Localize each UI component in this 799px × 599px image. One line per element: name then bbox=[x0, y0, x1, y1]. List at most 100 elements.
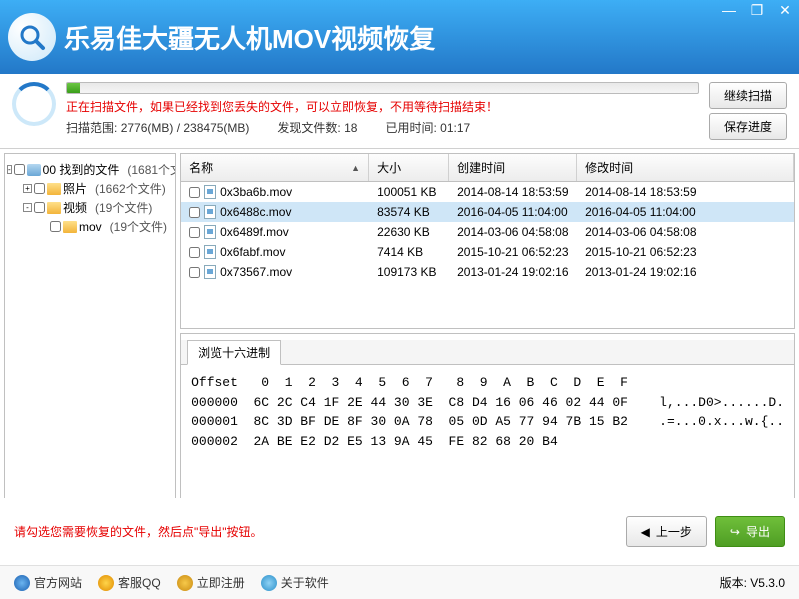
col-ctime[interactable]: 创建时间 bbox=[449, 154, 577, 181]
file-ctime: 2013-01-24 19:02:16 bbox=[449, 265, 577, 279]
prev-button[interactable]: ◀上一步 bbox=[626, 516, 707, 547]
tree-label: 视频 bbox=[63, 199, 87, 216]
continue-scan-button[interactable]: 继续扫描 bbox=[709, 82, 787, 109]
expand-icon[interactable]: - bbox=[7, 165, 12, 174]
tree-checkbox[interactable] bbox=[50, 221, 61, 232]
file-row[interactable]: 0x6489f.mov22630 KB2014-03-06 04:58:0820… bbox=[181, 222, 794, 242]
link-qq-support[interactable]: 客服QQ bbox=[98, 574, 161, 591]
tree-meta: (19个文件) bbox=[95, 199, 152, 216]
save-progress-button[interactable]: 保存进度 bbox=[709, 113, 787, 140]
file-size: 100051 KB bbox=[369, 185, 449, 199]
qq-icon bbox=[98, 575, 114, 591]
link-register[interactable]: 立即注册 bbox=[177, 574, 245, 591]
tree-meta: (1681个文件) 0(GB) bbox=[127, 161, 176, 178]
col-name[interactable]: 名称▲ bbox=[181, 154, 369, 181]
file-checkbox[interactable] bbox=[189, 247, 200, 258]
col-mtime[interactable]: 修改时间 bbox=[577, 154, 794, 181]
scan-spinner-icon bbox=[12, 82, 56, 126]
folder-icon bbox=[47, 202, 61, 214]
progress-bar bbox=[66, 82, 699, 94]
link-about[interactable]: 关于软件 bbox=[261, 574, 329, 591]
tree-checkbox[interactable] bbox=[34, 202, 45, 213]
main-area: - 00 找到的文件 (1681个文件) 0(GB) + 照片 (1662个文件)- … bbox=[0, 149, 799, 509]
file-row[interactable]: 0x6488c.mov83574 KB2016-04-05 11:04:0020… bbox=[181, 202, 794, 222]
file-mtime: 2016-04-05 11:04:00 bbox=[577, 205, 794, 219]
file-checkbox[interactable] bbox=[189, 267, 200, 278]
app-title: 乐易佳大疆无人机MOV视频恢复 bbox=[64, 19, 435, 56]
key-icon bbox=[177, 575, 193, 591]
file-ctime: 2015-10-21 06:52:23 bbox=[449, 245, 577, 259]
file-ctime: 2014-03-06 04:58:08 bbox=[449, 225, 577, 239]
tree-label: 照片 bbox=[63, 180, 87, 197]
progress-fill bbox=[67, 83, 80, 93]
file-checkbox[interactable] bbox=[189, 207, 200, 218]
export-button[interactable]: ↪导出 bbox=[715, 516, 785, 547]
info-icon bbox=[261, 575, 277, 591]
file-mtime: 2014-03-06 04:58:08 bbox=[577, 225, 794, 239]
file-name: 0x6489f.mov bbox=[220, 225, 289, 239]
progress-stats: 扫描范围: 2776(MB) / 238475(MB) 发现文件数: 18 已用… bbox=[66, 119, 699, 136]
file-mtime: 2013-01-24 19:02:16 bbox=[577, 265, 794, 279]
file-size: 109173 KB bbox=[369, 265, 449, 279]
file-row[interactable]: 0x6fabf.mov7414 KB2015-10-21 06:52:23201… bbox=[181, 242, 794, 262]
close-button[interactable]: ✕ bbox=[771, 0, 799, 20]
folder-tree[interactable]: - 00 找到的文件 (1681个文件) 0(GB) + 照片 (1662个文件)- … bbox=[4, 153, 176, 505]
video-file-icon bbox=[204, 225, 216, 239]
file-name: 0x6488c.mov bbox=[220, 205, 291, 219]
expand-icon[interactable]: + bbox=[23, 184, 32, 193]
app-logo-icon bbox=[8, 13, 56, 61]
arrow-left-icon: ◀ bbox=[641, 525, 650, 539]
file-row[interactable]: 0x73567.mov109173 KB2013-01-24 19:02:162… bbox=[181, 262, 794, 282]
disk-icon bbox=[27, 164, 41, 176]
video-file-icon bbox=[204, 185, 216, 199]
file-size: 7414 KB bbox=[369, 245, 449, 259]
file-name: 0x73567.mov bbox=[220, 265, 292, 279]
minimize-button[interactable]: — bbox=[715, 0, 743, 20]
tree-label: 00 找到的文件 bbox=[43, 161, 120, 178]
file-list-body[interactable]: 0x3ba6b.mov100051 KB2014-08-14 18:53:592… bbox=[181, 182, 794, 282]
footer: 请勾选您需要恢复的文件，然后点"导出"按钮。 ◀上一步 ↪导出 官方网站 客服Q… bbox=[0, 498, 799, 599]
video-file-icon bbox=[204, 205, 216, 219]
file-list: 名称▲ 大小 创建时间 修改时间 0x3ba6b.mov100051 KB201… bbox=[180, 153, 795, 329]
folder-icon bbox=[47, 183, 61, 195]
tree-row[interactable]: + 照片 (1662个文件) bbox=[7, 179, 173, 198]
video-file-icon bbox=[204, 245, 216, 259]
hex-content: Offset 0 1 2 3 4 5 6 7 8 9 A B C D E F 0… bbox=[181, 365, 794, 459]
window-buttons: — ❐ ✕ bbox=[715, 0, 799, 20]
export-hint: 请勾选您需要恢复的文件，然后点"导出"按钮。 bbox=[14, 523, 263, 540]
tree-checkbox[interactable] bbox=[14, 164, 25, 175]
scan-range: 2776(MB) / 238475(MB) bbox=[121, 121, 250, 135]
tree-label: mov bbox=[79, 220, 102, 234]
tree-row[interactable]: - 视频 (19个文件) bbox=[7, 198, 173, 217]
file-checkbox[interactable] bbox=[189, 227, 200, 238]
tree-row[interactable]: - 00 找到的文件 (1681个文件) 0(GB) bbox=[7, 160, 173, 179]
link-official-site[interactable]: 官方网站 bbox=[14, 574, 82, 591]
file-ctime: 2016-04-05 11:04:00 bbox=[449, 205, 577, 219]
file-mtime: 2015-10-21 06:52:23 bbox=[577, 245, 794, 259]
file-size: 22630 KB bbox=[369, 225, 449, 239]
file-name: 0x6fabf.mov bbox=[220, 245, 285, 259]
export-icon: ↪ bbox=[730, 525, 740, 539]
tree-row[interactable]: mov (19个文件) bbox=[7, 217, 173, 236]
file-row[interactable]: 0x3ba6b.mov100051 KB2014-08-14 18:53:592… bbox=[181, 182, 794, 202]
folder-icon bbox=[63, 221, 77, 233]
title-bar: — ❐ ✕ 乐易佳大疆无人机MOV视频恢复 bbox=[0, 0, 799, 74]
tree-meta: (19个文件) bbox=[110, 218, 167, 235]
col-size[interactable]: 大小 bbox=[369, 154, 449, 181]
file-ctime: 2014-08-14 18:53:59 bbox=[449, 185, 577, 199]
files-found: 18 bbox=[344, 121, 357, 135]
tree-checkbox[interactable] bbox=[34, 183, 45, 194]
file-list-header: 名称▲ 大小 创建时间 修改时间 bbox=[181, 154, 794, 182]
progress-area: 正在扫描文件，如果已经找到您丢失的文件，可以立即恢复，不用等待扫描结束！ 扫描范… bbox=[0, 74, 799, 149]
file-size: 83574 KB bbox=[369, 205, 449, 219]
file-checkbox[interactable] bbox=[189, 187, 200, 198]
elapsed-time: 01:17 bbox=[440, 121, 470, 135]
tree-meta: (1662个文件) bbox=[95, 180, 166, 197]
ie-icon bbox=[14, 575, 30, 591]
hex-viewer: 浏览十六进制 Offset 0 1 2 3 4 5 6 7 8 9 A B C … bbox=[180, 333, 795, 505]
restore-button[interactable]: ❐ bbox=[743, 0, 771, 20]
sort-asc-icon: ▲ bbox=[351, 163, 360, 173]
version-label: 版本: V5.3.0 bbox=[720, 574, 785, 591]
hex-tab[interactable]: 浏览十六进制 bbox=[187, 340, 281, 365]
expand-icon[interactable]: - bbox=[23, 203, 32, 212]
